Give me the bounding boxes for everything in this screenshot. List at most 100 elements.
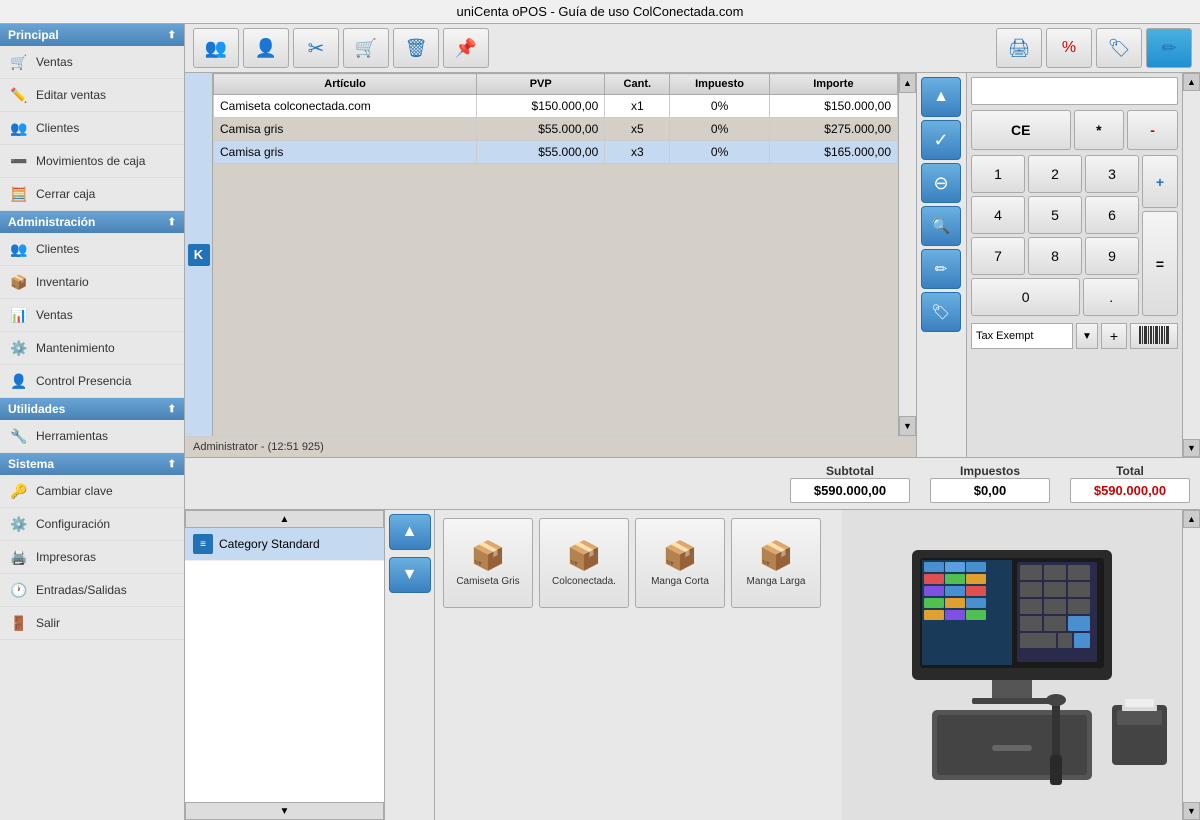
right-scrollbar: ▲ ▼ (1182, 73, 1200, 457)
sidebar-section-principal[interactable]: Principal⬆ (0, 24, 184, 46)
sales-area: K Artículo PVP Cant. Impuesto Importe (185, 73, 917, 457)
product-camiseta-gris[interactable]: 📦Camiseta Gris (443, 518, 533, 608)
category-item[interactable]: ≡ Category Standard (185, 528, 384, 561)
print-btn[interactable]: 🖨 (996, 28, 1042, 68)
sidebar-item-clientes[interactable]: 👥Clientes (0, 233, 184, 266)
col-impuesto: Impuesto (670, 74, 769, 95)
num-2[interactable]: 2 (1028, 155, 1082, 193)
edit-btn[interactable]: ✏ (1146, 28, 1192, 68)
table-scroll-down[interactable]: ▼ (899, 416, 916, 436)
totals-bar: Subtotal $590.000,00 Impuestos $0,00 Tot… (185, 457, 1200, 510)
search-btn[interactable]: 🔍 (921, 206, 961, 246)
cat-scroll-up[interactable]: ▲ (185, 510, 384, 528)
sidebar-item-impresoras[interactable]: 🖨️Impresoras (0, 541, 184, 574)
pos-illustration (842, 510, 1182, 820)
vscroll-up[interactable]: ▲ (1183, 73, 1200, 91)
plus-button[interactable]: + (1142, 155, 1178, 208)
bottom-section: ▲ ≡ Category Standard ▼ ▲ ▼ 📦Camiseta Gr… (185, 510, 1200, 820)
col-pvp: PVP (477, 74, 605, 95)
category-list: ▲ ≡ Category Standard ▼ (185, 510, 385, 820)
product-manga-corta[interactable]: 📦Manga Corta (635, 518, 725, 608)
sidebar-item-mantenimiento[interactable]: ⚙️Mantenimiento (0, 332, 184, 365)
cat-scroll-down[interactable]: ▼ (185, 802, 384, 820)
num-0[interactable]: 0 (971, 278, 1080, 316)
percent-btn[interactable]: % (1046, 28, 1092, 68)
subtotal-value: $590.000,00 (790, 478, 910, 503)
up-arrow-btn[interactable]: ▲ (921, 77, 961, 117)
tag-action-btn[interactable]: 🏷 (921, 292, 961, 332)
sidebar-section-administración[interactable]: Administración⬆ (0, 211, 184, 233)
asterisk-button[interactable]: * (1074, 110, 1125, 150)
num-7[interactable]: 7 (971, 237, 1025, 275)
sidebar-item-salir[interactable]: 🚪Salir (0, 607, 184, 640)
col-article: Artículo (214, 74, 477, 95)
sidebar-section-sistema[interactable]: Sistema⬆ (0, 453, 184, 475)
sidebar-item-editar-ventas[interactable]: ✏️Editar ventas (0, 79, 184, 112)
total-value: $590.000,00 (1070, 478, 1190, 503)
category-icon: ≡ (193, 534, 213, 554)
tag-btn[interactable]: 🏷 (1096, 28, 1142, 68)
sidebar-item-clientes[interactable]: 👥Clientes (0, 112, 184, 145)
sidebar-item-configuración[interactable]: ⚙️Configuración (0, 508, 184, 541)
sidebar-item-ventas[interactable]: 🛒Ventas (0, 46, 184, 79)
equals-button[interactable]: = (1142, 211, 1178, 316)
pin-btn[interactable]: 📌 (443, 28, 489, 68)
num-9[interactable]: 9 (1085, 237, 1139, 275)
sidebar: Principal⬆🛒Ventas✏️Editar ventas👥Cliente… (0, 24, 185, 820)
check-btn[interactable]: ✓ (921, 120, 961, 160)
tax-dropdown-btn[interactable]: ▼ (1076, 323, 1098, 349)
table-row[interactable]: Camisa gris $55.000,00 x5 0% $275.000,00 (214, 118, 898, 141)
sidebar-item-cambiar-clave[interactable]: 🔑Cambiar clave (0, 475, 184, 508)
toolbar: 👥 👤 ✂ 🛒 🗑 📌 🖨 % 🏷 ✏ (185, 24, 1200, 73)
sidebar-item-movimientos-de-caja[interactable]: ➖Movimientos de caja (0, 145, 184, 178)
sidebar-item-control-presencia[interactable]: 👤Control Presencia (0, 365, 184, 398)
table-row[interactable]: Camiseta colconectada.com $150.000,00 x1… (214, 95, 898, 118)
customers-btn[interactable]: 👥 (193, 28, 239, 68)
pencil-btn[interactable]: ✏ (921, 249, 961, 289)
cat-nav-down[interactable]: ▼ (389, 557, 431, 593)
window-title: uniCenta oPOS - Guía de uso ColConectada… (457, 4, 744, 19)
bscroll-down[interactable]: ▼ (1183, 802, 1200, 820)
sidebar-item-cerrar-caja[interactable]: 🧮Cerrar caja (0, 178, 184, 211)
sidebar-item-inventario[interactable]: 📦Inventario (0, 266, 184, 299)
middle-section: K Artículo PVP Cant. Impuesto Importe (185, 73, 1200, 457)
tax-exempt-select[interactable]: Tax Exempt (971, 323, 1073, 349)
num-8[interactable]: 8 (1028, 237, 1082, 275)
sidebar-item-ventas[interactable]: 📊Ventas (0, 299, 184, 332)
impuestos-value: $0,00 (930, 478, 1050, 503)
vscroll-down[interactable]: ▼ (1183, 439, 1200, 457)
minus-btn[interactable]: ⊖ (921, 163, 961, 203)
k-logo: K (188, 244, 210, 266)
barcode-btn[interactable] (1130, 323, 1178, 349)
sidebar-item-herramientas[interactable]: 🔧Herramientas (0, 420, 184, 453)
cat-nav-up[interactable]: ▲ (389, 514, 431, 550)
cat-nav: ▲ ▼ (385, 510, 435, 820)
table-scroll-up[interactable]: ▲ (899, 73, 916, 93)
bscroll-up[interactable]: ▲ (1183, 510, 1200, 528)
num-5[interactable]: 5 (1028, 196, 1082, 234)
numpad-panel: CE * - 1 2 3 (967, 73, 1182, 457)
num-1[interactable]: 1 (971, 155, 1025, 193)
minus-top-button[interactable]: - (1127, 110, 1178, 150)
content-area: 👥 👤 ✂ 🛒 🗑 📌 🖨 % 🏷 ✏ K (185, 24, 1200, 820)
tax-plus-btn[interactable]: + (1101, 323, 1127, 349)
numpad-display (971, 77, 1178, 105)
sales-footer: Administrator - (12:51 925) (185, 436, 916, 457)
product-colconectada.[interactable]: 📦Colconectada. (539, 518, 629, 608)
num-4[interactable]: 4 (971, 196, 1025, 234)
scissors-btn[interactable]: ✂ (293, 28, 339, 68)
product-manga-larga[interactable]: 📦Manga Larga (731, 518, 821, 608)
category-label: Category Standard (219, 537, 320, 551)
num-dot[interactable]: . (1083, 278, 1139, 316)
trash-btn[interactable]: 🗑 (393, 28, 439, 68)
col-cant: Cant. (605, 74, 670, 95)
cart-btn[interactable]: 🛒 (343, 28, 389, 68)
sidebar-section-utilidades[interactable]: Utilidades⬆ (0, 398, 184, 420)
ce-button[interactable]: CE (971, 110, 1071, 150)
num-6[interactable]: 6 (1085, 196, 1139, 234)
table-row[interactable]: Camisa gris $55.000,00 x3 0% $165.000,00 (214, 141, 898, 164)
sidebar-item-entradas/salidas[interactable]: 🕐Entradas/Salidas (0, 574, 184, 607)
side-actions-panel: ▲ ✓ ⊖ 🔍 ✏ 🏷 (917, 73, 967, 457)
user-btn[interactable]: 👤 (243, 28, 289, 68)
num-3[interactable]: 3 (1085, 155, 1139, 193)
